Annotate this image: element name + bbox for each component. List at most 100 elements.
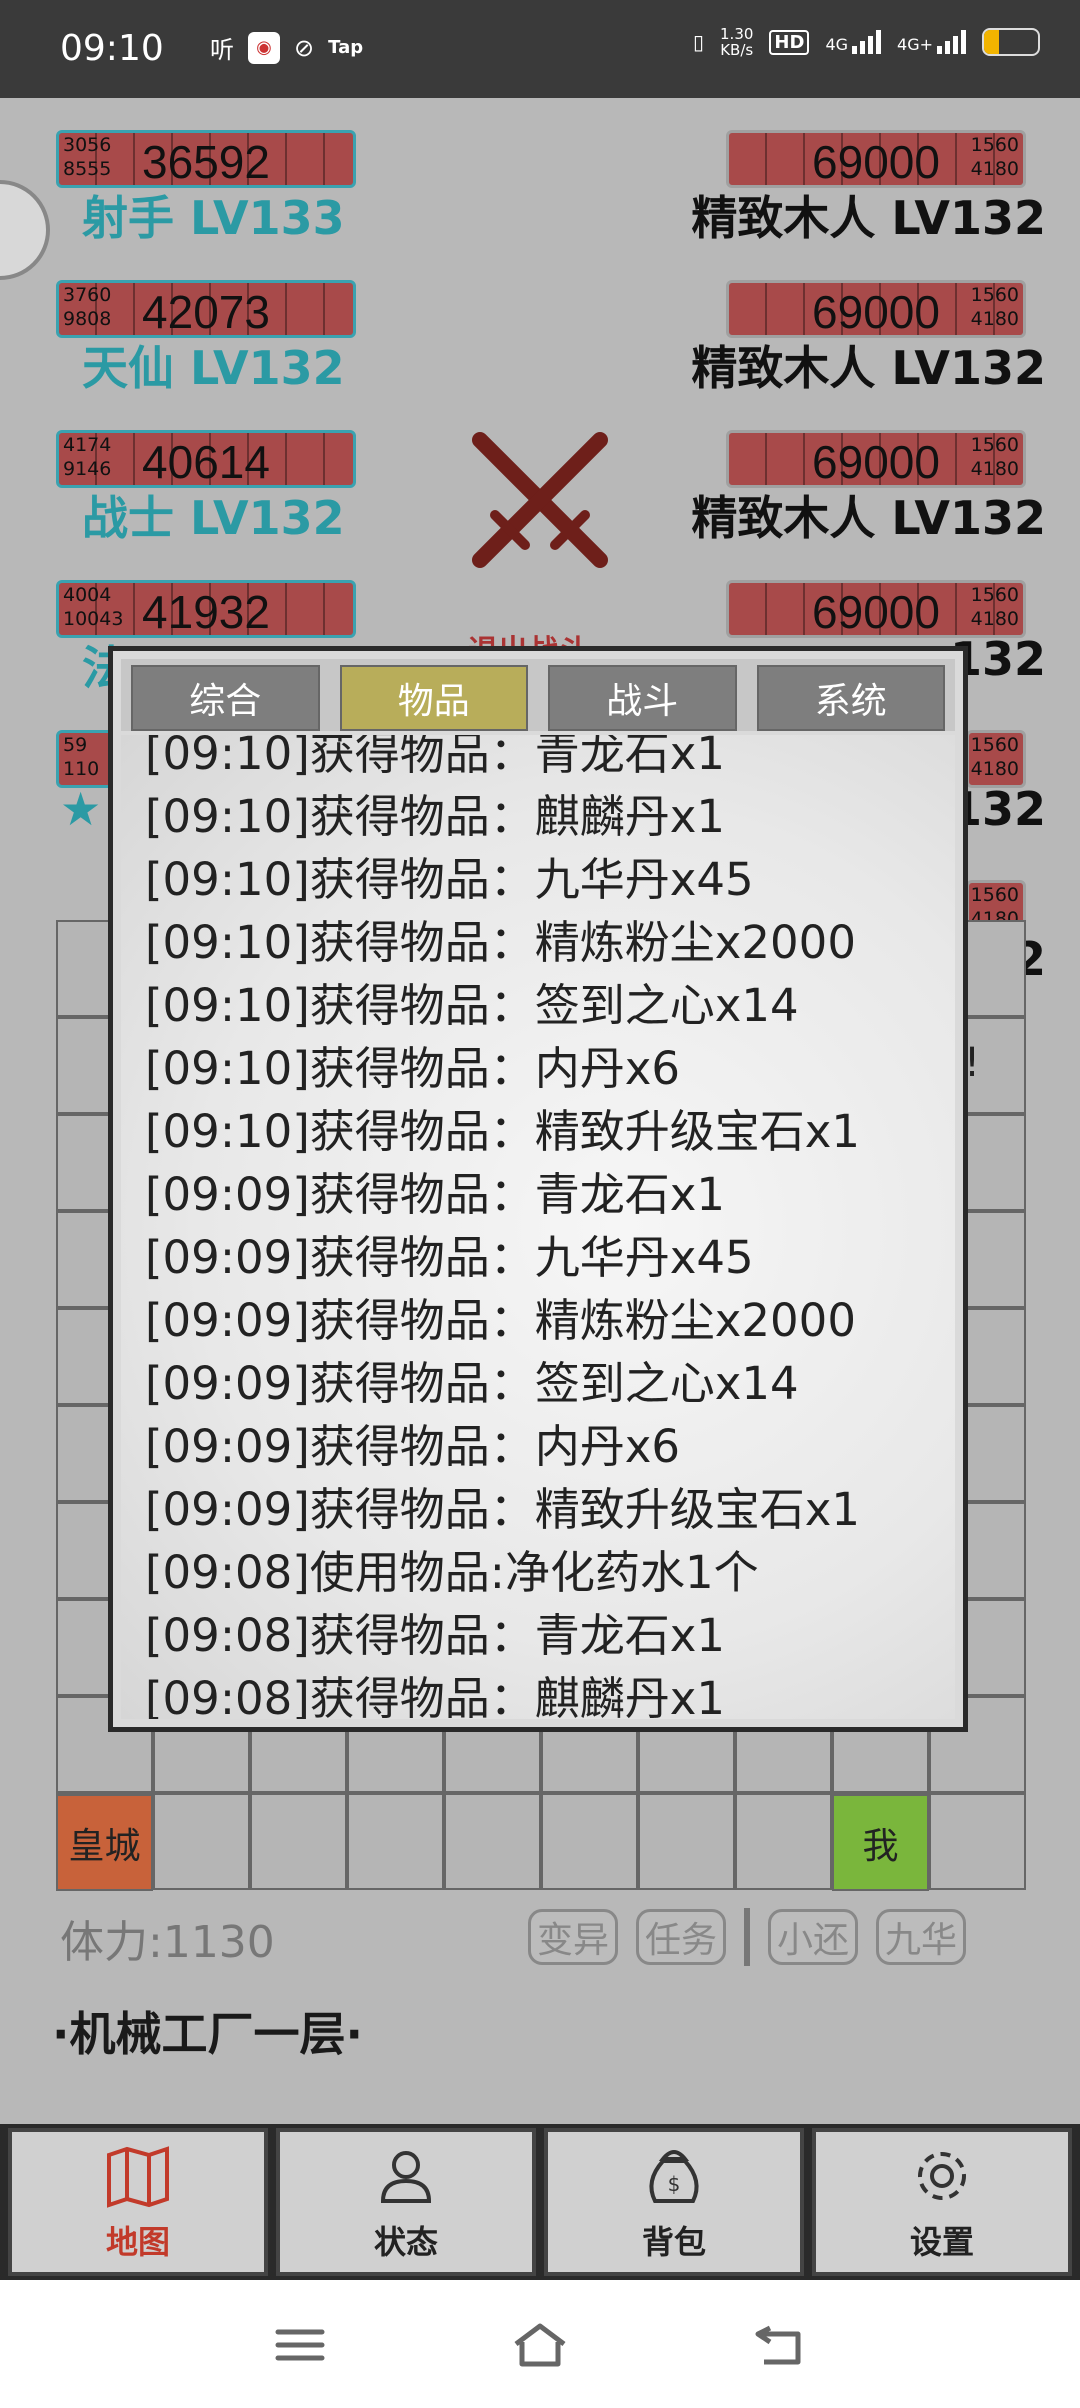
svg-text:$: $ bbox=[668, 2172, 681, 2196]
bag-icon: $ bbox=[649, 2150, 699, 2203]
nav-map[interactable]: 地图 bbox=[8, 2128, 268, 2276]
log-line: [09:10]获得物品：麒麟丹x1 bbox=[145, 790, 726, 843]
ally-hp-bar[interactable]: 4004 10043 41932 bbox=[56, 580, 356, 638]
clock: 09:10 bbox=[60, 28, 164, 69]
enemy-hp-bar[interactable]: 69000 1560 4180 bbox=[726, 580, 1026, 638]
log-line: [09:09]获得物品：九华丹x45 bbox=[145, 1231, 754, 1284]
enemy-attack: 1560 bbox=[970, 284, 1019, 306]
enemy-defense: 4180 bbox=[970, 608, 1019, 630]
log-tabs: 综合 物品 战斗 系统 bbox=[121, 659, 955, 731]
message-log-dialog: 综合 物品 战斗 系统 [09:10]获得物品：青龙石x1 [09:10]获得物品… bbox=[108, 646, 968, 1732]
nav-label: 设置 bbox=[909, 2223, 974, 2261]
map-cell-imperial-city[interactable]: 皇城 bbox=[56, 1794, 153, 1891]
map-cell[interactable] bbox=[638, 1793, 735, 1890]
log-list[interactable]: [09:10]获得物品：青龙石x1 [09:10]获得物品：麒麟丹x1 [09:10… bbox=[121, 735, 955, 1719]
log-line: [09:09]获得物品：签到之心x14 bbox=[145, 1357, 799, 1410]
person-icon bbox=[380, 2151, 432, 2203]
map-cell[interactable] bbox=[541, 1793, 638, 1890]
enemy-hp-bar[interactable]: 69000 1560 4180 bbox=[726, 430, 1026, 488]
log-line: [09:10]获得物品：精致升级宝石x1 bbox=[145, 1105, 861, 1158]
ally-name: 战士 LV132 bbox=[82, 491, 345, 545]
nav-bag[interactable]: $ 背包 bbox=[544, 2128, 804, 2276]
map-cell-player[interactable]: 我 bbox=[832, 1794, 929, 1891]
enemy-hp-bar[interactable]: 1560 4180 bbox=[966, 730, 1026, 788]
menu-icon[interactable] bbox=[270, 2320, 330, 2370]
mutate-button[interactable]: 变异 bbox=[528, 1909, 619, 1965]
notification-text-icon: 听 bbox=[210, 36, 234, 64]
map-cell[interactable] bbox=[153, 1793, 250, 1890]
bottom-nav: 地图 状态 $ 背包 设置 bbox=[0, 2124, 1080, 2280]
log-line: [09:09]获得物品：青龙石x1 bbox=[145, 1168, 726, 1221]
enemy-hp-bar[interactable]: 69000 1560 4180 bbox=[726, 280, 1026, 338]
map-cell[interactable] bbox=[347, 1793, 444, 1890]
tab-battle[interactable]: 战斗 bbox=[548, 665, 737, 731]
ally-hp-value: 36592 bbox=[142, 136, 270, 188]
status-left-icons: 听 ◉ ⊘ Tap bbox=[210, 30, 363, 65]
log-line: [09:09]获得物品：精致升级宝石x1 bbox=[145, 1483, 861, 1536]
nav-label: 地图 bbox=[105, 2223, 170, 2261]
enemy-defense: 4180 bbox=[970, 458, 1019, 480]
log-line: [09:10]获得物品：内丹x6 bbox=[145, 1042, 681, 1095]
ally-defense: 110 bbox=[63, 758, 100, 780]
ally-hp-bar[interactable]: 59 110 bbox=[56, 730, 116, 788]
signal-bars-icon bbox=[852, 30, 882, 54]
ally-hp-bar[interactable]: 4174 9146 40614 bbox=[56, 430, 356, 488]
link-icon: ⊘ bbox=[294, 33, 315, 62]
ally-hp-bar[interactable]: 3760 9808 42073 bbox=[56, 280, 356, 338]
crossed-swords-icon bbox=[472, 432, 608, 568]
tap-icon: Tap bbox=[328, 37, 364, 58]
tab-items[interactable]: 物品 bbox=[339, 665, 528, 731]
current-location: ·机械工厂一层· bbox=[52, 2007, 363, 2061]
enemy-attack: 1560 bbox=[970, 884, 1019, 906]
nav-label: 背包 bbox=[641, 2223, 706, 2261]
log-line: [09:09]获得物品：精炼粉尘x2000 bbox=[145, 1294, 856, 1347]
nav-settings[interactable]: 设置 bbox=[812, 2128, 1072, 2276]
ally-name: 天仙 LV132 bbox=[82, 341, 345, 395]
signal-4g: 4G bbox=[825, 30, 882, 54]
quest-button[interactable]: 任务 bbox=[636, 1909, 727, 1965]
map-cell[interactable] bbox=[250, 1793, 347, 1890]
enemy-attack: 1560 bbox=[970, 434, 1019, 456]
enemy-attack: 1560 bbox=[970, 734, 1019, 756]
battery-icon bbox=[982, 28, 1040, 56]
map-cell[interactable] bbox=[735, 1793, 832, 1890]
xiaohuan-potion-button[interactable]: 小还 bbox=[768, 1909, 859, 1965]
jiuhua-potion-button[interactable]: 九华 bbox=[876, 1909, 967, 1965]
status-bar: 09:10 听 ◉ ⊘ Tap ▯ 1.30 KB/s HD 4G 4G+ bbox=[0, 0, 1080, 98]
divider bbox=[744, 1908, 751, 1966]
map-cell[interactable] bbox=[444, 1793, 541, 1890]
nav-status[interactable]: 状态 bbox=[276, 2128, 536, 2276]
ally-name: ★ bbox=[60, 782, 102, 836]
log-line: [09:10]获得物品：精炼粉尘x2000 bbox=[145, 916, 856, 969]
enemy-hp-bar[interactable]: 69000 1560 4180 bbox=[726, 130, 1026, 188]
net-speed: 1.30 KB/s bbox=[720, 25, 754, 59]
map-cell[interactable] bbox=[929, 1793, 1026, 1890]
app-notification-icon: ◉ bbox=[248, 31, 280, 64]
home-icon[interactable] bbox=[510, 2320, 570, 2370]
signal-bars-icon bbox=[937, 30, 966, 54]
ally-hp-value: 42073 bbox=[142, 286, 270, 338]
log-line: [09:08]使用物品:净化药水1个 bbox=[145, 1546, 759, 1599]
ally-hp-value: 41932 bbox=[142, 586, 270, 638]
log-line: [09:09]获得物品：内丹x6 bbox=[145, 1420, 681, 1473]
enemy-name: 精致木人 LV132 bbox=[691, 341, 1046, 395]
tab-general[interactable]: 综合 bbox=[131, 665, 320, 731]
enemy-name: 精致木人 LV132 bbox=[691, 191, 1046, 245]
enemy-defense: 4180 bbox=[970, 158, 1019, 180]
nav-label: 状态 bbox=[373, 2223, 438, 2261]
back-icon[interactable] bbox=[750, 2320, 810, 2370]
ally-hp-bar[interactable]: 3056 8555 36592 bbox=[56, 130, 356, 188]
hd-icon: HD bbox=[769, 29, 810, 55]
ally-name: 射手 LV133 bbox=[82, 191, 345, 245]
map-icon bbox=[107, 2146, 169, 2208]
ally-attack: 59 bbox=[63, 734, 88, 756]
log-line: [09:10]获得物品：九华丹x45 bbox=[145, 853, 754, 906]
status-right-icons: ▯ 1.30 KB/s HD 4G 4G+ bbox=[693, 26, 1040, 58]
enemy-defense: 4180 bbox=[970, 308, 1019, 330]
enemy-attack: 1560 bbox=[970, 134, 1019, 156]
log-line: [09:10]获得物品：签到之心x14 bbox=[145, 979, 799, 1032]
enemy-name: 精致木人 LV132 bbox=[691, 491, 1046, 545]
floating-assistant-button[interactable] bbox=[0, 180, 50, 280]
signal-4gplus: 4G+ bbox=[897, 30, 966, 54]
tab-system[interactable]: 系统 bbox=[756, 665, 945, 731]
